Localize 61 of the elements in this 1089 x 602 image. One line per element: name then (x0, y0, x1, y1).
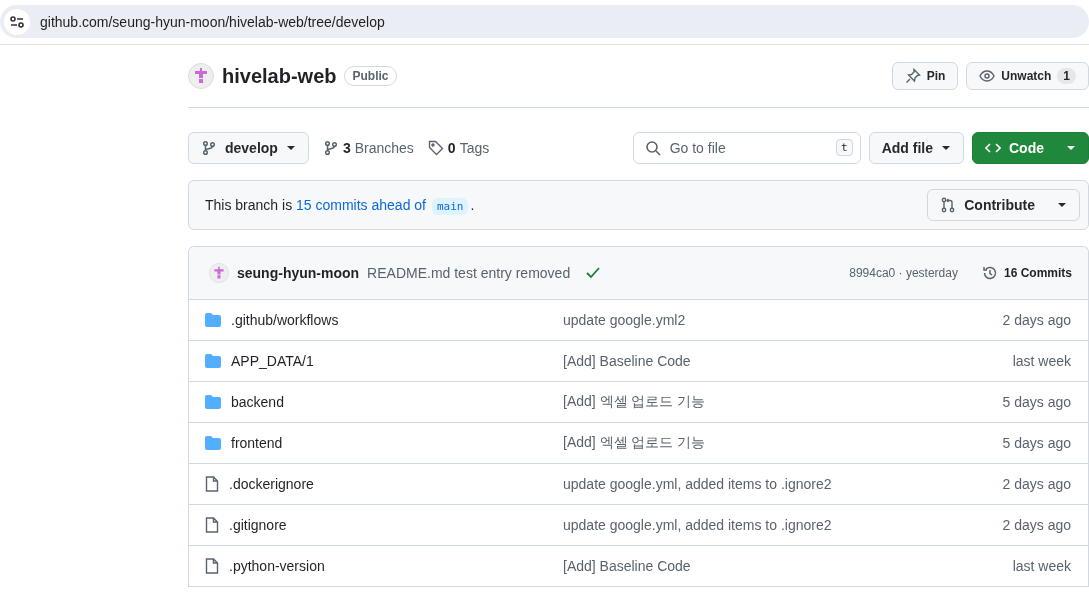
file-name[interactable]: APP_DATA/1 (205, 353, 563, 369)
commit-time: last week (1012, 558, 1071, 574)
file-name[interactable]: frontend (205, 435, 563, 451)
file-name[interactable]: .github/workflows (205, 312, 563, 328)
file-name[interactable]: .python-version (205, 558, 563, 574)
watch-count: 1 (1057, 68, 1076, 84)
branch-icon (322, 140, 339, 156)
file-name[interactable]: .gitignore (205, 517, 563, 533)
commit-message-cell[interactable]: [Add] Baseline Code (563, 558, 1013, 574)
commit-message-cell[interactable]: [Add] 엑셀 업로드 기능 (563, 434, 1003, 452)
commit-message-cell[interactable]: [Add] 엑셀 업로드 기능 (563, 393, 1003, 411)
folder-icon (205, 436, 221, 450)
code-button[interactable]: Code (972, 132, 1089, 164)
site-settings-icon[interactable] (4, 8, 30, 35)
caret-icon (1066, 145, 1076, 151)
file-name[interactable]: .dockerignore (205, 476, 563, 492)
eye-icon (979, 68, 996, 84)
unwatch-button[interactable]: Unwatch 1 (966, 62, 1089, 90)
contribute-button[interactable]: Contribute (927, 189, 1080, 221)
caret-icon (1057, 202, 1067, 208)
branch-icon (201, 140, 217, 156)
commit-message-cell[interactable]: update google.yml, added items to .ignore2 (563, 476, 1003, 492)
caret-icon (285, 145, 296, 151)
pull-request-icon (940, 197, 957, 213)
commit-hash[interactable]: 8994ca0 · yesterday (849, 266, 958, 280)
commit-time: 2 days ago (1002, 476, 1071, 492)
address-bar[interactable]: github.com/seung-hyun-moon/hivelab-web/tree/develop (0, 5, 1089, 38)
add-file-button[interactable]: Add file (868, 132, 964, 164)
commits-ahead-link[interactable]: 15 commits ahead of (296, 197, 426, 213)
commit-message-cell[interactable]: update google.yml, added items to .ignore2 (563, 517, 1003, 533)
tag-icon (427, 140, 444, 156)
commit-message-cell[interactable]: update google.yml2 (563, 312, 1003, 328)
commit-message[interactable]: README.md test entry removed (367, 265, 571, 281)
commit-author[interactable]: seung-hyun-moon (237, 265, 360, 281)
commits-link[interactable]: 16 Commits (981, 265, 1072, 281)
shortcut-key: t (836, 139, 853, 156)
branch-select[interactable]: develop (188, 132, 309, 164)
pin-icon (904, 68, 921, 84)
repo-name[interactable]: hivelab-web (222, 64, 337, 88)
file-icon (205, 517, 219, 533)
folder-icon (205, 313, 221, 327)
branch-status-text: This branch is 15 commits ahead of main . (205, 197, 475, 213)
caret-icon (941, 145, 951, 151)
url-text: github.com/seung-hyun-moon/hivelab-web/tree/develop (40, 13, 385, 30)
commit-time: 2 days ago (1002, 517, 1071, 533)
commit-message-cell[interactable]: [Add] Baseline Code (563, 353, 1013, 369)
history-icon (981, 265, 998, 281)
avatar-icon (188, 63, 214, 89)
commit-time: 5 days ago (1002, 435, 1071, 451)
avatar-icon (209, 263, 229, 283)
file-icon (205, 476, 219, 492)
folder-icon (205, 354, 221, 368)
tags-link[interactable]: 0 Tags (427, 140, 490, 156)
file-icon (205, 558, 219, 574)
file-name[interactable]: backend (205, 394, 563, 410)
commit-time: 2 days ago (1002, 312, 1071, 328)
pin-button[interactable]: Pin (891, 62, 959, 90)
commit-time: 5 days ago (1002, 394, 1071, 410)
folder-icon (205, 395, 221, 409)
branches-link[interactable]: 3 Branches (322, 140, 414, 156)
commit-time: last week (1012, 353, 1071, 369)
